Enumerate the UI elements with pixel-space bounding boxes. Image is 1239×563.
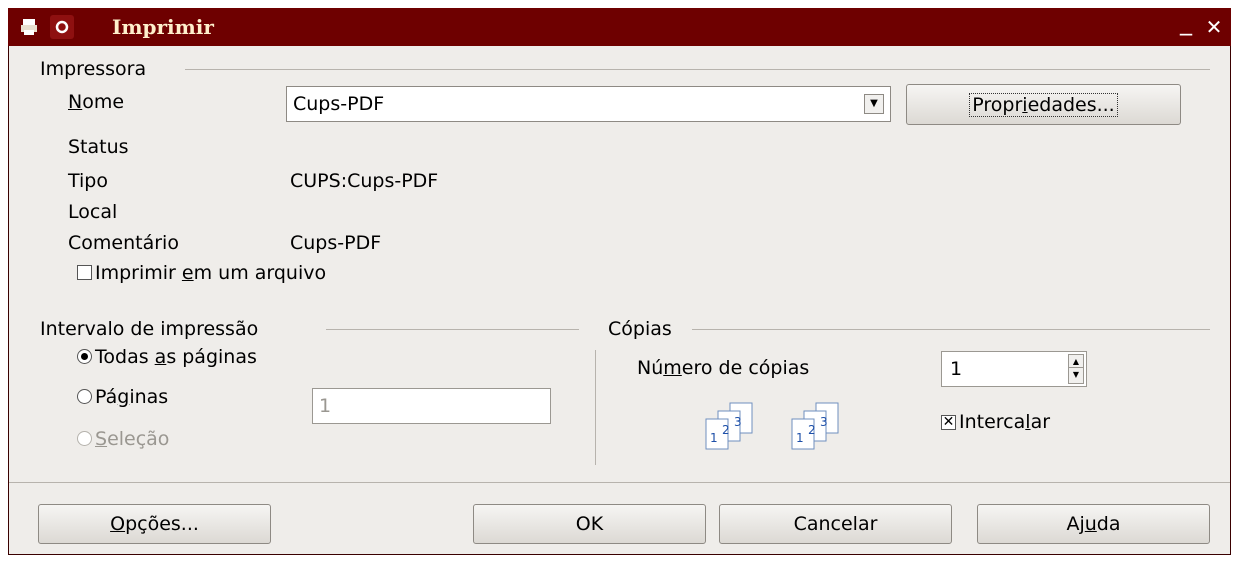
- close-button[interactable]: ✕: [1200, 15, 1228, 41]
- location-label: Local: [68, 201, 118, 223]
- collate-digit-3: 3: [734, 415, 742, 429]
- copies-vertical-divider: [595, 350, 596, 465]
- collate-digit-1: 1: [710, 431, 718, 445]
- collate2-digit-2: 2: [808, 423, 816, 437]
- comment-value: Cups-PDF: [290, 232, 382, 254]
- copies-number-value: 1: [950, 358, 963, 380]
- window-title: Imprimir: [112, 15, 214, 39]
- type-label: Tipo: [68, 170, 108, 192]
- chevron-down-icon[interactable]: ▼: [864, 94, 884, 114]
- printer-section-label: Impressora: [40, 58, 147, 80]
- copies-number-label: Número de cópias: [637, 357, 810, 379]
- collate-checkbox[interactable]: ✕: [941, 415, 956, 430]
- collate-digit-2: 2: [722, 423, 730, 437]
- printer-name-value: Cups-PDF: [293, 93, 385, 115]
- copies-section-divider: [692, 329, 1210, 330]
- spin-down-button[interactable]: ▼: [1068, 367, 1084, 384]
- window-menu-icon[interactable]: [48, 13, 76, 41]
- range-section-label: Intervalo de impressão: [40, 318, 259, 340]
- bottom-divider: [9, 482, 1230, 483]
- selection-label[interactable]: Seleção: [95, 427, 169, 451]
- printer-section-divider: [185, 69, 1210, 70]
- type-value: CUPS:Cups-PDF: [290, 170, 439, 192]
- print-to-file-checkbox[interactable]: [77, 265, 92, 280]
- collate2-digit-1: 1: [796, 431, 804, 445]
- cancel-button[interactable]: Cancelar: [719, 504, 952, 544]
- collated-pages-icon: 1 2 3: [700, 401, 770, 453]
- collated-pages-icon-second: 1 2 3: [786, 401, 856, 453]
- collate-label[interactable]: Intercalar: [959, 410, 1050, 434]
- name-label: Nome: [68, 91, 125, 113]
- ok-button[interactable]: OK: [473, 504, 706, 544]
- copies-section-label: Cópias: [608, 318, 672, 340]
- pages-range-value: 1: [319, 395, 332, 417]
- pages-label[interactable]: Páginas: [95, 385, 168, 409]
- printer-app-icon: [20, 18, 38, 36]
- collate2-digit-3: 3: [820, 415, 828, 429]
- copies-number-spinbox[interactable]: 1 ▲ ▼: [941, 351, 1087, 387]
- options-button[interactable]: Opções...: [38, 504, 271, 544]
- printer-name-select[interactable]: Cups-PDF ▼: [286, 86, 891, 122]
- selection-radio[interactable]: [77, 431, 92, 446]
- status-label: Status: [68, 136, 129, 158]
- range-section-divider: [326, 329, 579, 330]
- help-button[interactable]: Ajuda: [977, 504, 1210, 544]
- all-pages-radio[interactable]: [77, 349, 92, 364]
- comment-label: Comentário: [68, 232, 179, 254]
- print-to-file-label[interactable]: Imprimir em um arquivo: [95, 261, 326, 285]
- title-bar[interactable]: Imprimir _ ✕: [8, 8, 1231, 46]
- all-pages-label[interactable]: Todas as páginas: [95, 345, 257, 369]
- pages-range-input[interactable]: 1: [312, 388, 551, 424]
- properties-button[interactable]: Propriedades...: [906, 84, 1181, 125]
- properties-button-label: Propriedades...: [969, 93, 1118, 117]
- pages-radio[interactable]: [77, 389, 92, 404]
- minimize-button[interactable]: _: [1172, 10, 1200, 36]
